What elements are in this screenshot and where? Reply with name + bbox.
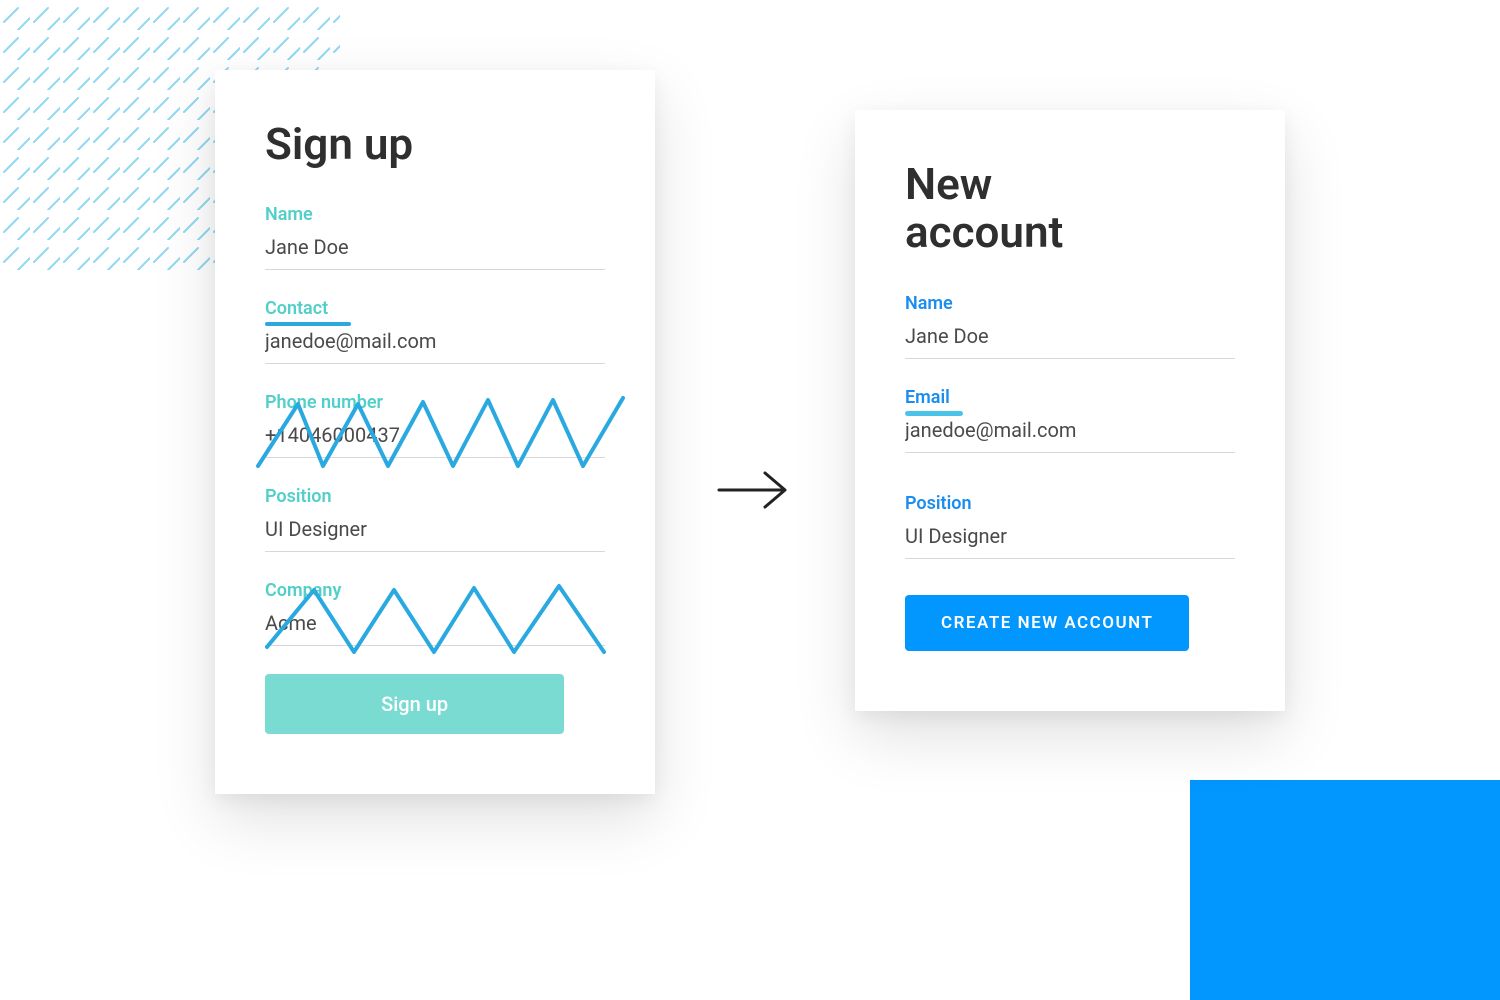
label-email-right: Email xyxy=(905,387,1235,408)
field-position-right: Position xyxy=(905,493,1235,559)
field-phone: Phone number xyxy=(265,392,605,458)
label-company: Company xyxy=(265,580,605,601)
scribble-underline-icon xyxy=(265,322,351,326)
label-name: Name xyxy=(265,204,605,225)
input-position[interactable] xyxy=(265,513,605,552)
input-contact[interactable] xyxy=(265,325,605,364)
input-phone[interactable] xyxy=(265,419,605,458)
signup-title: Sign up xyxy=(265,120,605,168)
field-email-right: Email xyxy=(905,387,1235,453)
field-position: Position xyxy=(265,486,605,552)
input-position-right[interactable] xyxy=(905,520,1235,559)
signup-button[interactable]: Sign up xyxy=(265,674,564,734)
input-email-right[interactable] xyxy=(905,414,1235,453)
signup-card-after: New account Name Email Position Create n… xyxy=(855,110,1285,711)
label-name-right: Name xyxy=(905,293,1235,314)
label-contact: Contact xyxy=(265,298,605,319)
field-name-right: Name xyxy=(905,293,1235,359)
field-contact: Contact xyxy=(265,298,605,364)
new-account-title: New account xyxy=(905,160,1235,257)
field-company: Company xyxy=(265,580,605,646)
label-phone: Phone number xyxy=(265,392,605,413)
label-position: Position xyxy=(265,486,605,507)
arrow-right-icon xyxy=(715,70,795,910)
label-position-right: Position xyxy=(905,493,1235,514)
input-name[interactable] xyxy=(265,231,605,270)
signup-card-before: Sign up Name Contact Phone number Positi… xyxy=(215,70,655,794)
field-name: Name xyxy=(265,204,605,270)
input-company[interactable] xyxy=(265,607,605,646)
input-name-right[interactable] xyxy=(905,320,1235,359)
scribble-underline-icon xyxy=(905,411,963,416)
create-account-button[interactable]: Create new account xyxy=(905,595,1189,651)
